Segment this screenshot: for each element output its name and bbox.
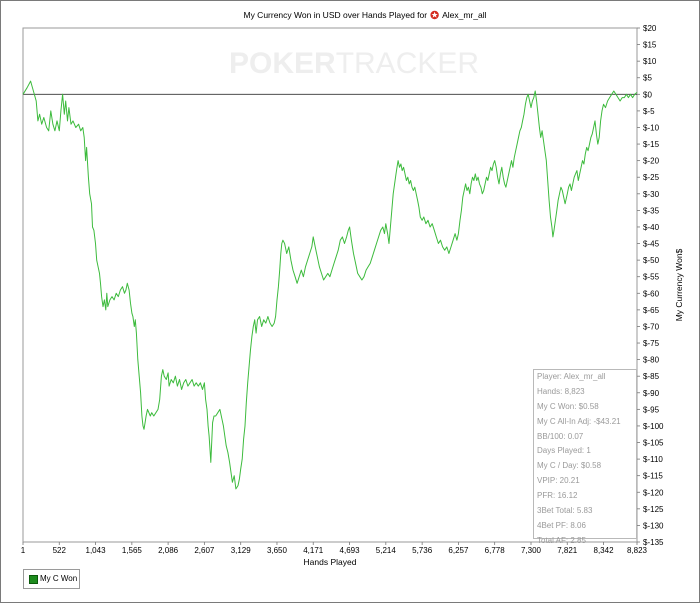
y-tick-label: $-55 xyxy=(643,273,660,282)
pokertracker-watermark: POKERTRACKER xyxy=(229,47,479,80)
y-tick-label: $-115 xyxy=(643,472,663,481)
y-tick-label: $-125 xyxy=(643,505,664,514)
y-tick-label: $-10 xyxy=(643,123,660,132)
player-name: Alex_mr_all xyxy=(442,10,487,20)
y-tick-label: $-75 xyxy=(643,339,660,348)
x-tick-label: 1,565 xyxy=(122,546,143,555)
y-tick-label: $-105 xyxy=(643,439,664,448)
y-tick-label: $-25 xyxy=(643,173,660,182)
x-tick-label: 4,693 xyxy=(340,546,361,555)
stat-line: My C Won: $0.58 xyxy=(537,401,599,411)
x-tick-label: 6,778 xyxy=(485,546,506,555)
y-tick-label: $-130 xyxy=(643,521,664,530)
stat-line: PFR: 16.12 xyxy=(537,491,578,501)
x-tick-label: 5,214 xyxy=(376,546,397,555)
y-tick-label: $-110 xyxy=(643,455,663,464)
y-tick-label: $-100 xyxy=(643,422,664,431)
y-tick-label: $-120 xyxy=(643,488,664,497)
watermark-tracker: TRACKER xyxy=(336,47,479,80)
y-tick-label: $-85 xyxy=(643,372,660,381)
y-tick-label: $-5 xyxy=(643,107,655,116)
y-tick-label: $5 xyxy=(643,74,652,83)
chart-title-group: My Currency Won in USD over Hands Played… xyxy=(243,10,486,20)
y-tick-label: $-80 xyxy=(643,356,660,365)
stat-line: BB/100: 0.07 xyxy=(537,431,584,441)
stat-line: My C / Day: $0.58 xyxy=(537,461,602,471)
y-tick-label: $-70 xyxy=(643,322,660,331)
y-tick-label: $-50 xyxy=(643,256,660,265)
legend: My C Won xyxy=(23,569,80,589)
y-tick-label: $-95 xyxy=(643,405,660,414)
x-tick-label: 522 xyxy=(53,546,67,555)
y-tick-label: $20 xyxy=(643,24,657,33)
legend-swatch xyxy=(29,575,38,584)
x-tick-label: 1 xyxy=(21,546,26,555)
y-tick-label: $-45 xyxy=(643,240,660,249)
watermark-poker: POKER xyxy=(229,47,336,80)
x-tick-label: 6,257 xyxy=(448,546,469,555)
y-tick-label: $15 xyxy=(643,41,657,50)
x-tick-label: 2,086 xyxy=(158,546,179,555)
y-tick-label: $-65 xyxy=(643,306,660,315)
y-axis-ticks: $20 $15 $10 $5 $0 $-5 $-10 $-15 $-20 $-25 $-30 $-35… xyxy=(637,24,664,547)
y-axis-title: My Currency Won$ xyxy=(674,248,684,321)
stat-line: VPIP: 20.21 xyxy=(537,476,580,486)
x-tick-label: 1,043 xyxy=(86,546,107,555)
stats-panel: Player: Alex_mr_all Hands: 8,823 My C Won:… xyxy=(533,369,637,545)
stat-line: Player: Alex_mr_all xyxy=(537,372,606,381)
y-tick-label: $-35 xyxy=(643,206,660,215)
chart-title: My Currency Won in USD over Hands Played… xyxy=(243,10,427,20)
x-tick-label: 5,736 xyxy=(412,546,433,555)
stat-line: Hands: 8,823 xyxy=(537,386,585,396)
stat-line: 3Bet Total: 5.83 xyxy=(537,506,593,516)
y-tick-label: $-20 xyxy=(643,157,660,166)
x-tick-label: 2,607 xyxy=(194,546,215,555)
stat-line: My C All-In Adj: -$43.21 xyxy=(537,416,621,426)
pokerstars-icon xyxy=(430,10,439,20)
y-tick-label: $-135 xyxy=(643,538,664,547)
x-tick-label: 4,171 xyxy=(303,546,324,555)
y-tick-label: $-30 xyxy=(643,190,660,199)
svg-text:POKERTRACKER: POKERTRACKER xyxy=(229,47,479,80)
y-tick-label: $0 xyxy=(643,90,652,99)
y-tick-label: $-60 xyxy=(643,289,660,298)
y-tick-label: $-40 xyxy=(643,223,660,232)
y-tick-label: $-15 xyxy=(643,140,660,149)
stat-line: 4Bet PF: 8.06 xyxy=(537,520,586,530)
y-tick-label: $-90 xyxy=(643,389,660,398)
x-tick-label: 3,650 xyxy=(267,546,288,555)
chart-frame: My Currency Won in USD over Hands Played… xyxy=(0,0,700,603)
legend-label: My C Won xyxy=(40,574,78,583)
stat-line: Days Played: 1 xyxy=(537,446,591,456)
x-axis-title: Hands Played xyxy=(304,557,357,567)
y-tick-label: $10 xyxy=(643,57,657,66)
stat-line: Total AF: 2.85 xyxy=(537,535,586,545)
x-tick-label: 3,129 xyxy=(231,546,252,555)
